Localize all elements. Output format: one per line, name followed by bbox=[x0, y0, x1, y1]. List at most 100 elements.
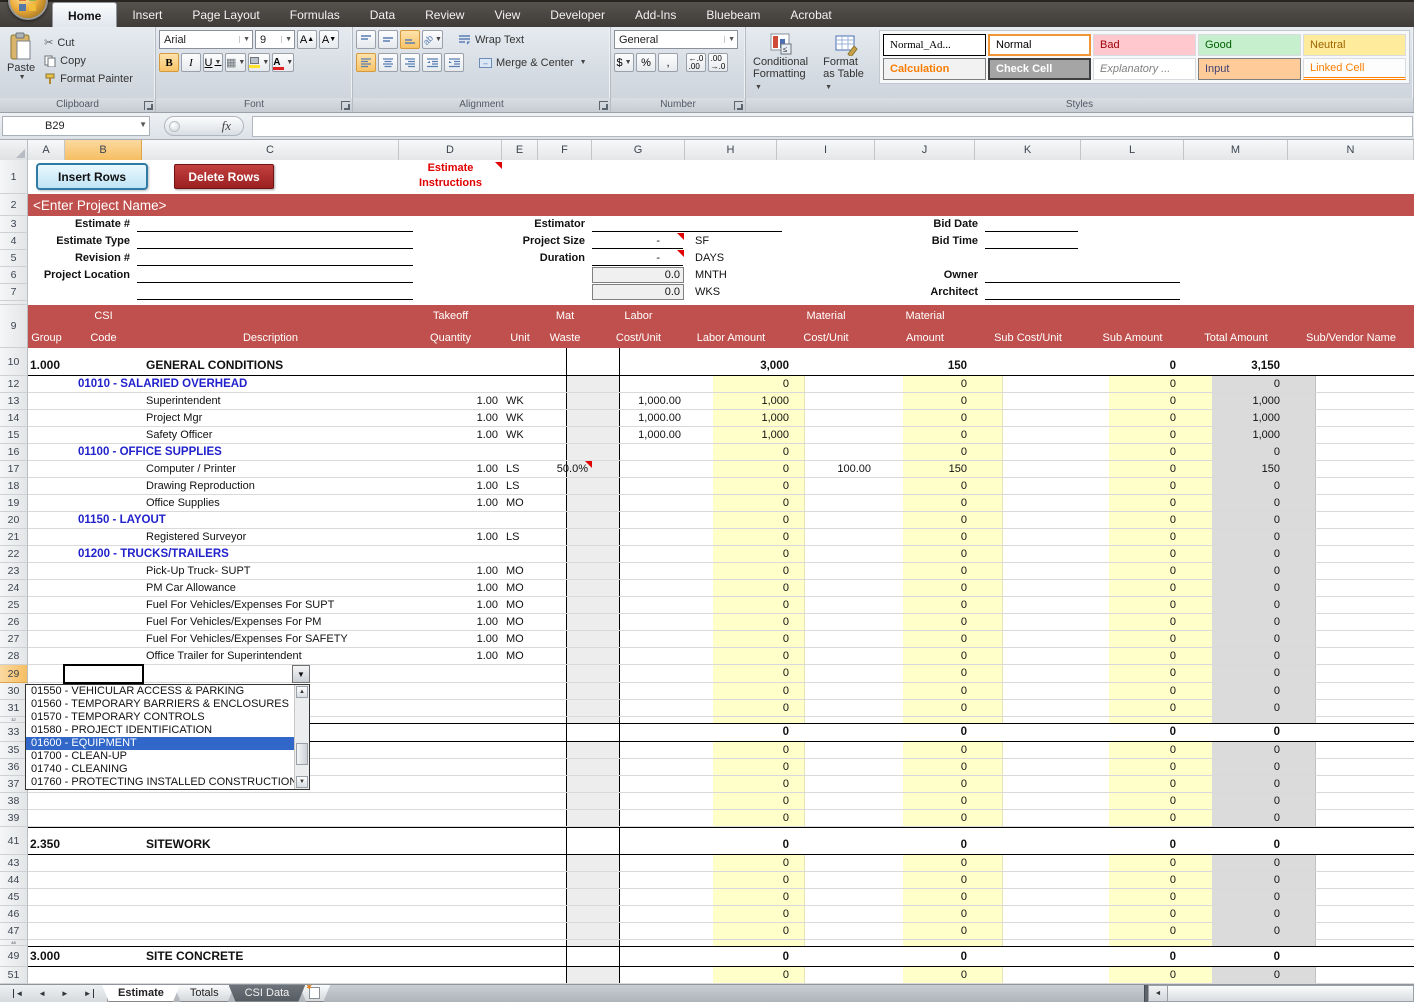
row-header-47[interactable]: 47 bbox=[0, 923, 28, 940]
align-right-button[interactable] bbox=[400, 53, 420, 72]
field-value[interactable]: - bbox=[592, 235, 660, 247]
percent-button[interactable]: % bbox=[636, 53, 656, 72]
row-header-20[interactable]: 20 bbox=[0, 512, 28, 529]
font-size-combo[interactable]: 9 ▼ bbox=[255, 30, 295, 49]
row-header-1[interactable]: 1 bbox=[0, 160, 28, 194]
field-underline[interactable] bbox=[137, 265, 413, 266]
grow-font-button[interactable]: A ▲ bbox=[297, 30, 317, 49]
shrink-font-button[interactable]: A ▼ bbox=[319, 30, 339, 49]
currency-button[interactable]: $ ▼ bbox=[614, 53, 634, 72]
decrease-decimal-button[interactable]: .00 →.0 bbox=[708, 53, 728, 72]
row-header-46[interactable]: 46 bbox=[0, 906, 28, 923]
field-underline[interactable] bbox=[137, 282, 413, 283]
dropdown-item-01580[interactable]: 01580 - PROJECT IDENTIFICATION bbox=[26, 724, 309, 737]
number-dialog-launcher[interactable] bbox=[734, 101, 743, 110]
row-header-16[interactable]: 16 bbox=[0, 444, 28, 461]
row-header-19[interactable]: 19 bbox=[0, 495, 28, 512]
dropdown-scroll-thumb[interactable] bbox=[296, 743, 308, 765]
align-left-button[interactable] bbox=[356, 53, 376, 72]
row-header-43[interactable]: 43 bbox=[0, 855, 28, 872]
office-button-icon[interactable] bbox=[8, 0, 48, 20]
scrollbar-thumb[interactable] bbox=[1168, 985, 1414, 1002]
underline-button[interactable]: U ▼ bbox=[203, 53, 223, 72]
italic-button[interactable]: I bbox=[181, 53, 201, 72]
column-header-E[interactable]: E bbox=[502, 140, 538, 160]
row-header-6[interactable]: 6 bbox=[0, 267, 28, 284]
ribbon-tab-insert[interactable]: Insert bbox=[117, 2, 177, 29]
dropdown-item-01560[interactable]: 01560 - TEMPORARY BARRIERS & ENCLOSURES bbox=[26, 698, 309, 711]
row-header-31[interactable]: 31 bbox=[0, 700, 28, 717]
row-header-27[interactable]: 27 bbox=[0, 631, 28, 648]
align-middle-button[interactable] bbox=[378, 30, 398, 49]
insert-function-button[interactable]: fx bbox=[164, 116, 244, 136]
dropdown-item-01550[interactable]: 01550 - VEHICULAR ACCESS & PARKING bbox=[26, 685, 309, 698]
row-header-41[interactable]: 41 bbox=[0, 827, 28, 855]
row-header-36[interactable]: 36 bbox=[0, 759, 28, 776]
field-underline[interactable] bbox=[137, 248, 413, 249]
ribbon-tab-view[interactable]: View bbox=[479, 2, 535, 29]
formula-input[interactable] bbox=[252, 115, 1413, 137]
scroll-up-icon[interactable]: ▲ bbox=[296, 686, 308, 698]
field-underline[interactable] bbox=[985, 299, 1180, 300]
field-underline[interactable] bbox=[592, 231, 782, 232]
row-header-12[interactable]: 12 bbox=[0, 376, 28, 393]
row-header-2[interactable]: 2 bbox=[0, 194, 28, 216]
ribbon-tab-page-layout[interactable]: Page Layout bbox=[177, 2, 274, 29]
style-bad[interactable]: Bad bbox=[1093, 34, 1196, 56]
align-bottom-button[interactable] bbox=[400, 30, 420, 49]
row-header-37[interactable]: 37 bbox=[0, 776, 28, 793]
row-header-33[interactable]: 33 bbox=[0, 723, 28, 742]
field-underline[interactable] bbox=[985, 231, 1078, 232]
row-header-24[interactable]: 24 bbox=[0, 580, 28, 597]
style-input[interactable]: Input bbox=[1198, 58, 1301, 80]
row-header-51[interactable]: 51 bbox=[0, 967, 28, 984]
format-as-table-button[interactable]: Format as Table ▼ bbox=[819, 30, 873, 94]
scroll-left-button[interactable]: ◄ bbox=[1148, 985, 1168, 1002]
format-painter-button[interactable]: Format Painter bbox=[39, 71, 138, 87]
row-header-35[interactable]: 35 bbox=[0, 742, 28, 759]
sheet-tab-csi-data[interactable]: CSI Data bbox=[229, 985, 306, 1002]
row-header-29[interactable]: 29 bbox=[0, 665, 28, 683]
style-neutral[interactable]: Neutral bbox=[1303, 34, 1406, 56]
column-header-H[interactable]: H bbox=[685, 140, 777, 160]
row-header-3[interactable]: 3 bbox=[0, 216, 28, 233]
prev-sheet-button[interactable]: ◄ bbox=[38, 989, 46, 998]
ribbon-tab-developer[interactable]: Developer bbox=[535, 2, 620, 29]
increase-indent-button[interactable] bbox=[444, 53, 464, 72]
last-sheet-button[interactable]: ► bbox=[84, 989, 94, 998]
align-top-button[interactable] bbox=[356, 30, 376, 49]
column-header-L[interactable]: L bbox=[1081, 140, 1184, 160]
dropdown-item-01760[interactable]: 01760 - PROTECTING INSTALLED CONSTRUCTIO… bbox=[26, 776, 309, 789]
orientation-button[interactable]: ab ▼ bbox=[421, 30, 443, 49]
insert-rows-button[interactable]: Insert Rows bbox=[36, 163, 148, 190]
selected-cell-B29[interactable] bbox=[63, 664, 144, 684]
style-check-cell[interactable]: Check Cell bbox=[988, 58, 1091, 80]
bold-button[interactable]: B bbox=[159, 53, 179, 72]
sheet-tab-totals[interactable]: Totals bbox=[174, 985, 235, 1002]
column-header-C[interactable]: C bbox=[142, 140, 399, 160]
row-header-22[interactable]: 22 bbox=[0, 546, 28, 563]
copy-button[interactable]: Copy bbox=[39, 53, 138, 69]
clipboard-dialog-launcher[interactable] bbox=[144, 101, 153, 110]
row-header-13[interactable]: 13 bbox=[0, 393, 28, 410]
comma-button[interactable]: , bbox=[658, 53, 678, 72]
dropdown-item-01700[interactable]: 01700 - CLEAN-UP bbox=[26, 750, 309, 763]
scroll-down-icon[interactable]: ▼ bbox=[296, 776, 308, 788]
font-color-button[interactable]: A ▼ bbox=[272, 53, 295, 72]
row-header-23[interactable]: 23 bbox=[0, 563, 28, 580]
ribbon-tab-home[interactable]: Home bbox=[52, 2, 118, 29]
row-header-49[interactable]: 49 bbox=[0, 946, 28, 967]
row-header-39[interactable]: 39 bbox=[0, 810, 28, 827]
column-header-J[interactable]: J bbox=[875, 140, 975, 160]
column-header-D[interactable]: D bbox=[399, 140, 502, 160]
increase-decimal-button[interactable]: ←.0.00 bbox=[686, 53, 706, 72]
field-value[interactable]: - bbox=[592, 252, 660, 264]
column-header-N[interactable]: N bbox=[1288, 140, 1414, 160]
decrease-indent-button[interactable] bbox=[422, 53, 442, 72]
style-normal[interactable]: Normal bbox=[988, 34, 1091, 56]
ribbon-tab-bluebeam[interactable]: Bluebeam bbox=[691, 2, 775, 29]
row-header-30[interactable]: 30 bbox=[0, 683, 28, 700]
field-underline[interactable] bbox=[985, 282, 1180, 283]
row-header-18[interactable]: 18 bbox=[0, 478, 28, 495]
row-header-17[interactable]: 17 bbox=[0, 461, 28, 478]
